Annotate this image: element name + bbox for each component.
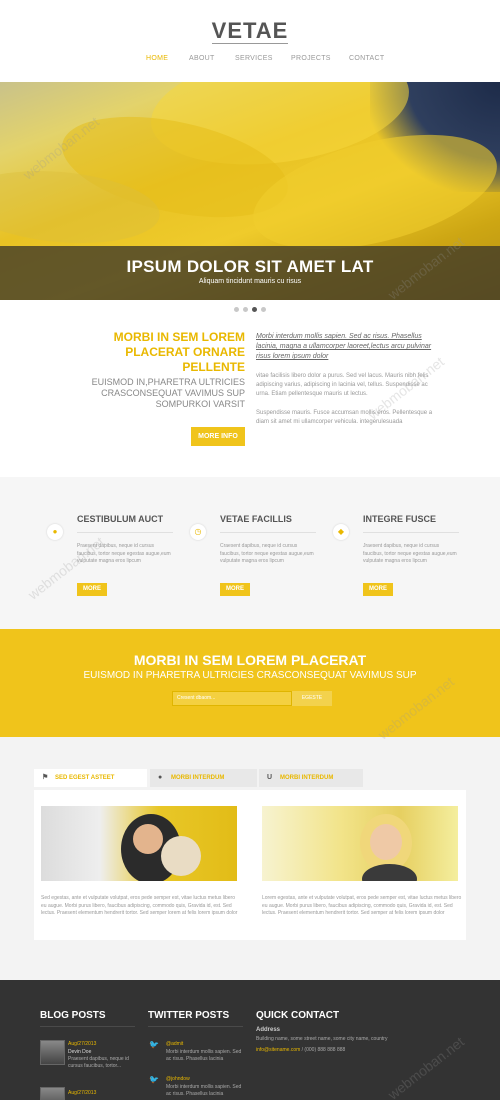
feature-text: Craesent dapibus, neque id cursus faucib… — [220, 543, 314, 564]
tweet-handle[interactable]: @johndow — [166, 1076, 190, 1082]
contact-heading: QUICK CONTACT — [256, 1010, 340, 1021]
intro-paragraph: vitae facilisis libero dolor a purus. Se… — [256, 373, 429, 397]
tab-label: MORBI INTERDUM — [280, 775, 334, 781]
nav-contact[interactable]: CONTACT — [349, 55, 384, 62]
woman-photo-1 — [41, 806, 237, 881]
main-nav: HOME ABOUT SERVICES PROJECTS CONTACT — [0, 55, 500, 69]
tweet-handle[interactable]: @admit — [166, 1041, 183, 1047]
post-date: Aug/27/2013 — [68, 1090, 97, 1096]
intro-text-column: Morbi interdum mollis sapien. Sed ac ris… — [256, 332, 436, 427]
tab-text-right: Lorem egestas, ante et vulputate volutpa… — [262, 895, 462, 916]
feature-text: Praesent dapibus, neque id cursus faucib… — [77, 543, 171, 564]
logo-underline — [212, 43, 288, 44]
divider — [220, 532, 316, 533]
tab-label: MORBI INTERDUM — [171, 775, 225, 781]
slider-dot[interactable] — [261, 307, 266, 312]
subscribe-button[interactable]: EGESTE — [292, 691, 332, 706]
divider — [363, 532, 459, 533]
more-info-button[interactable]: MORE INFO — [191, 427, 245, 446]
features-section: ● CESTIBULUM AUCT Praesent dapibus, nequ… — [0, 477, 500, 629]
twitter-bird-icon: 🐦 — [149, 1075, 159, 1084]
photo-detail — [161, 836, 201, 876]
hero-subtitle: Aliquam tincidunt mauris cu risus — [198, 278, 302, 285]
hero-slider[interactable]: IPSUM DOLOR SIT AMET LAT Aliquam tincidu… — [0, 82, 500, 300]
nav-home[interactable]: HOME — [146, 55, 168, 62]
photo-face — [133, 824, 163, 854]
feature-more-button[interactable]: MORE — [77, 583, 107, 596]
nav-projects[interactable]: PROJECTS — [291, 55, 331, 62]
intro-paragraph: Suspendisse mauris. Fusce accumsan molli… — [256, 410, 433, 425]
drop-icon: ● — [158, 774, 163, 781]
subscribe-input[interactable]: Cresent dbaom... — [172, 691, 292, 706]
email-link[interactable]: info@sitename.com — [256, 1047, 300, 1053]
cta-title: MORBI IN SEM LOREM PLACERAT — [133, 652, 367, 668]
photo-face — [370, 824, 402, 860]
tabs-section: ⚑ SED EGEST ASTEET ● MORBI INTERDUM U MORBI… — [0, 737, 500, 980]
tab-sed-egest[interactable]: ⚑ SED EGEST ASTEET — [34, 769, 147, 787]
feature-text: Jraesent dapibus, neque id cursus faucib… — [363, 543, 457, 564]
feature-card: ● CESTIBULUM AUCT Praesent dapibus, nequ… — [45, 477, 173, 629]
tab-panel — [34, 790, 466, 940]
post-excerpt: Praesent dapibus, neque id cursus faucib… — [68, 1056, 129, 1069]
feature-card: ◷ VETAE FACILLIS Craesent dapibus, neque… — [188, 477, 316, 629]
feature-card: ◆ INTEGRE FUSCE Jraesent dapibus, neque … — [331, 477, 459, 629]
divider — [148, 1026, 243, 1027]
tab-label: SED EGEST ASTEET — [55, 775, 115, 781]
woman-photo-2 — [262, 806, 458, 881]
hero-title: IPSUM DOLOR SIT AMET LAT — [126, 257, 374, 276]
avatar[interactable] — [40, 1087, 65, 1100]
nav-services[interactable]: SERVICES — [235, 55, 273, 62]
site-footer: BLOG POSTS Aug/27/2013 Devin Doe Praesen… — [0, 980, 500, 1100]
tweet-text: Morbi interdum mollis sapien. Sed ac ris… — [166, 1049, 242, 1062]
tweet-text: Morbi interdum mollis sapien. Sed ac ris… — [166, 1084, 242, 1097]
site-logo[interactable]: VETAE — [0, 18, 500, 44]
slider-dot[interactable] — [243, 307, 248, 312]
tab-morbi-interdum-2[interactable]: U MORBI INTERDUM — [259, 769, 363, 787]
divider — [77, 532, 173, 533]
tag-icon: ◆ — [333, 524, 349, 540]
feature-title: VETAE FACILLIS — [220, 514, 292, 524]
intro-link-text[interactable]: Morbi interdum mollis sapien. Sed ac ris… — [256, 332, 436, 362]
cta-banner: MORBI IN SEM LOREM PLACERAT EUISMOD IN P… — [0, 629, 500, 737]
feature-title: INTEGRE FUSCE — [363, 514, 437, 524]
address-text: Building name, some street name, some ci… — [256, 1036, 388, 1042]
feature-more-button[interactable]: MORE — [220, 583, 250, 596]
phone-text: / (000) 888 888 888 — [301, 1047, 346, 1053]
intro-subtitle: EUISMOD IN,PHARETRA ULTRICIES CRASCONSEQ… — [91, 377, 245, 409]
magnet-icon: U — [267, 774, 273, 781]
clock-icon: ◷ — [190, 524, 206, 540]
contact-line: info@sitename.com / (000) 888 888 888 — [256, 1047, 456, 1053]
address-label: Address — [256, 1027, 281, 1033]
post-author[interactable]: Devin Doe — [68, 1049, 138, 1056]
slider-dot[interactable] — [234, 307, 239, 312]
twitter-bird-icon: 🐦 — [149, 1040, 159, 1049]
tab-text-left: Sed egestas, ante et vulputate volutpat,… — [41, 895, 238, 916]
slider-dot-active[interactable] — [252, 307, 257, 312]
post-date: Aug/27/2013 — [68, 1041, 97, 1047]
tab-morbi-interdum-1[interactable]: ● MORBI INTERDUM — [150, 769, 257, 787]
user-icon: ● — [47, 524, 63, 540]
slider-dots — [234, 307, 274, 313]
site-header: VETAE HOME ABOUT SERVICES PROJECTS CONTA… — [0, 0, 500, 82]
flag-icon: ⚑ — [42, 774, 49, 781]
feature-more-button[interactable]: MORE — [363, 583, 393, 596]
nav-about[interactable]: ABOUT — [189, 55, 215, 62]
cta-subtitle: EUISMOD IN PHARETRA ULTRICIES CRASCONSEQ… — [83, 670, 417, 681]
divider — [40, 1026, 135, 1027]
blog-heading: BLOG POSTS — [40, 1010, 106, 1021]
avatar[interactable] — [40, 1040, 65, 1065]
twitter-heading: TWITTER POSTS — [148, 1010, 230, 1021]
intro-title: MORBI IN SEM LOREM PLACERAT ORNARE PELLE… — [113, 330, 245, 374]
feature-title: CESTIBULUM AUCT — [77, 514, 164, 524]
